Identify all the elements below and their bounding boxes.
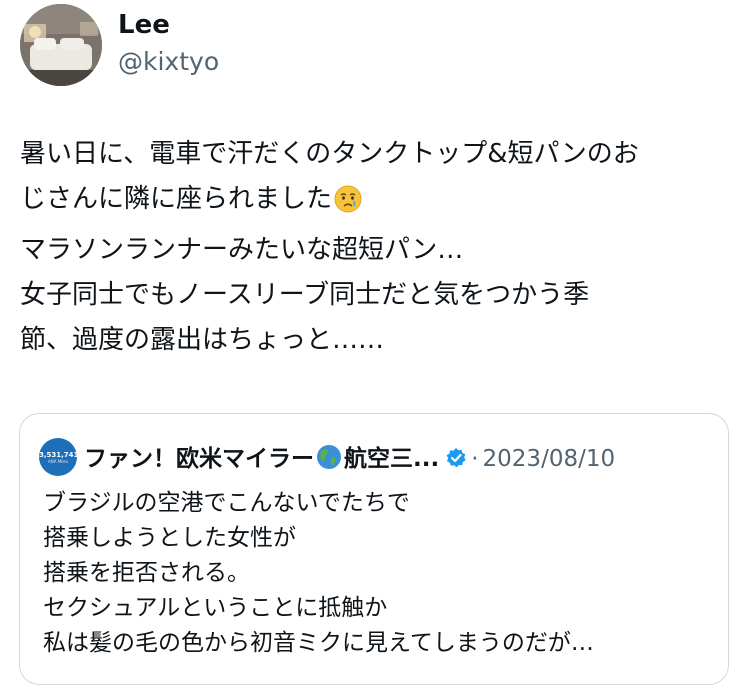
tweet-line: じさんに隣に座られました bbox=[20, 184, 333, 214]
quoted-tweet-date[interactable]: 2023/08/10 bbox=[483, 446, 616, 472]
author-handle[interactable]: @kixtyo bbox=[118, 47, 219, 76]
quoted-line: 搭乗を拒否される。 bbox=[43, 560, 250, 586]
author-display-name[interactable]: Lee bbox=[118, 10, 170, 40]
quoted-author-name[interactable]: ファン！欧米マイラー bbox=[84, 446, 314, 472]
tweet-line-with-emoji: じさんに隣に座られました bbox=[20, 177, 720, 228]
tweet-line: 暑い日に、電車で汗だくのタンクトップ&短パンのお bbox=[20, 139, 639, 169]
quoted-line: セクシュアルということに抵触か bbox=[43, 595, 388, 621]
quoted-avatar-subtext: ANA Miles bbox=[48, 459, 68, 464]
tweet-line: マラソンランナーみたいな超短パン… bbox=[20, 235, 464, 265]
quoted-tweet-header: ファン！欧米マイラー 航空三... · 2023/08/10 bbox=[84, 442, 615, 476]
crying-face-icon bbox=[334, 183, 362, 228]
quoted-avatar-text: 3,531,741 bbox=[39, 451, 77, 459]
avatar-photo bbox=[20, 4, 102, 86]
quoted-line: 搭乗しようとした女性が bbox=[43, 525, 296, 551]
globe-icon bbox=[316, 444, 342, 480]
tweet-line: 節、過度の露出はちょっと…… bbox=[20, 325, 385, 355]
author-avatar[interactable] bbox=[20, 4, 102, 86]
tweet-line: 女子同士でもノースリーブ同士だと気をつかう季 bbox=[20, 280, 590, 310]
quoted-line: 私は髪の毛の色から初音ミクに見えてしまうのだが… bbox=[43, 630, 594, 656]
quoted-line: ブラジルの空港でこんないでたちで bbox=[43, 490, 410, 516]
quoted-author-name-suffix[interactable]: 航空三... bbox=[344, 446, 439, 472]
quoted-author-avatar[interactable]: 3,531,741 ANA Miles bbox=[39, 438, 77, 476]
quoted-tweet-text: ブラジルの空港でこんないでたちで 搭乗しようとした女性が 搭乗を拒否される。 セ… bbox=[43, 486, 594, 661]
verified-badge-icon bbox=[445, 445, 467, 479]
quoted-tweet-card[interactable]: 3,531,741 ANA Miles ファン！欧米マイラー 航空三... · 2… bbox=[19, 413, 729, 685]
tweet-text: 暑い日に、電車で汗だくのタンクトップ&短パンのお じさんに隣に座られました マラ… bbox=[20, 132, 720, 363]
header-separator: · bbox=[471, 446, 479, 472]
